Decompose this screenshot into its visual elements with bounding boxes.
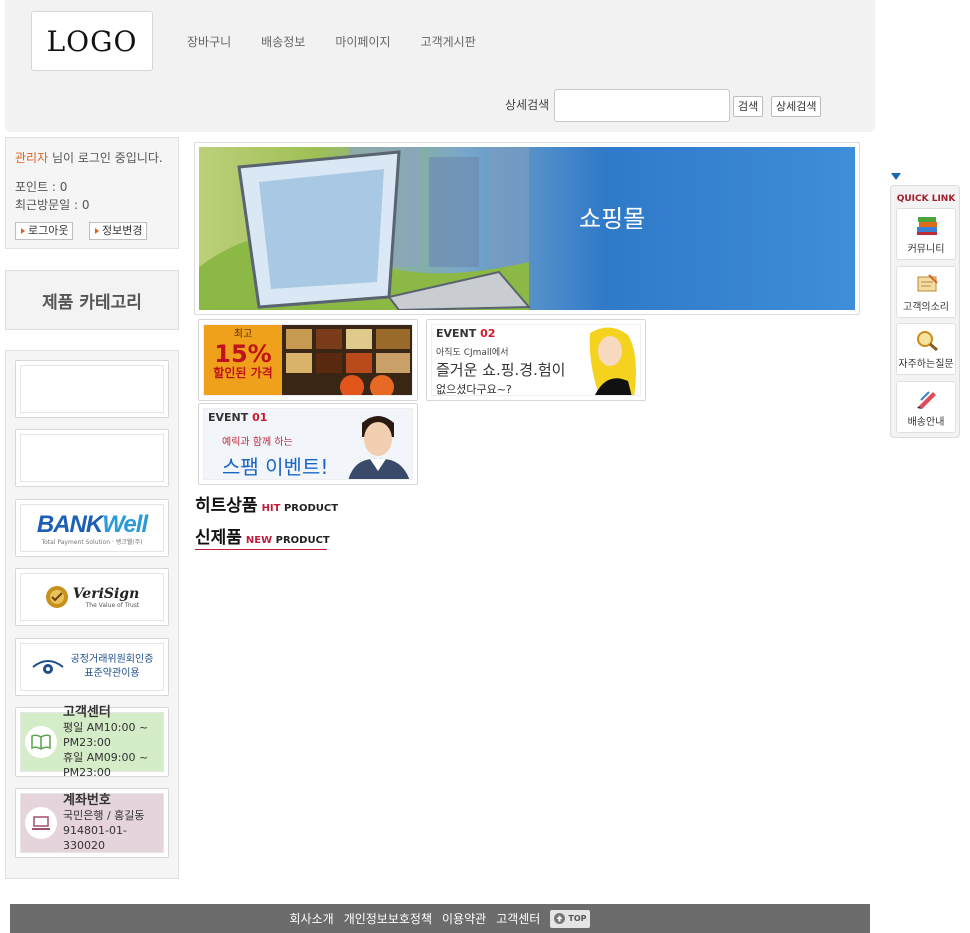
event-01-line-1: 예릭과 함께 하는: [222, 437, 293, 448]
nav-my-page[interactable]: 마이페이지: [335, 33, 390, 50]
category-title: 제품 카테고리: [42, 292, 142, 313]
empty-banner-1[interactable]: [15, 360, 169, 418]
quick-link-arrow-icon: [891, 173, 901, 180]
hit-product-ko: 히트상품: [195, 496, 258, 516]
edit-info-button[interactable]: 정보변경: [89, 222, 148, 240]
back-to-top-button[interactable]: TOP: [550, 909, 591, 928]
nav-shipping-info[interactable]: 배송정보: [261, 33, 305, 50]
search-input[interactable]: [554, 89, 730, 122]
last-visit-text: 최근방문일 : 0: [15, 198, 90, 212]
left-banner-column: BANKWell Total Payment Solution · 뱅크웰(주)…: [5, 350, 179, 879]
event-02-line-3: 없으셨다구요~?: [436, 383, 512, 396]
quick-link-customer-voice-label: 고객의소리: [903, 302, 949, 313]
quick-link-shipping-label: 배송안내: [907, 417, 945, 428]
footer-company-link[interactable]: 회사소개: [290, 910, 334, 927]
search-button[interactable]: 검색: [733, 96, 764, 117]
login-box: 관리자 님이 로그인 중입니다. 포인트 : 0 최근방문일 : 0 로그아웃 …: [5, 137, 179, 249]
top-nav: 장바구니 배송정보 마이페이지 고객게시판: [187, 33, 476, 50]
book-icon: [25, 726, 57, 758]
quick-link-shipping[interactable]: 배송안내: [896, 381, 956, 433]
hit-product-en: PRODUCT: [280, 503, 339, 514]
cs-weekday-hours: 평일 AM10:00 ~ PM23:00: [63, 720, 149, 749]
man-photo-illustration: [348, 416, 410, 479]
new-product-en: PRODUCT: [272, 535, 330, 546]
bankwell-logo: BANKWell: [36, 510, 148, 538]
site-footer: 회사소개 개인정보보호정책 이용약관 고객센터 TOP: [10, 904, 870, 933]
discount-event-banner[interactable]: 최고 15% 할인된 가격: [198, 319, 418, 401]
quick-link-community-label: 커뮤니티: [907, 244, 945, 255]
event-02-line-2: 즐거운 쇼.핑.경.험이: [436, 361, 566, 379]
account-bank: 국민은행 / 홍길동: [63, 809, 145, 822]
customer-center-banner[interactable]: 고객센터 평일 AM10:00 ~ PM23:00 휴일 AM09:00 ~ P…: [15, 704, 169, 779]
new-product-underline: [195, 549, 327, 550]
quick-link-faq-label: 자주하는질문: [898, 359, 954, 370]
event-01-number: 01: [252, 411, 268, 424]
event-02-label: EVENT: [436, 327, 477, 340]
ftc-line-1: 공정거래위원회인증: [70, 654, 154, 665]
event-02-number: 02: [480, 327, 496, 340]
verisign-logo-text: VeriSign: [72, 585, 140, 602]
cs-holiday-hours: 휴일 AM09:00 ~ PM23:00: [63, 750, 149, 779]
new-product-ko: 신제품: [195, 528, 242, 548]
site-logo[interactable]: LOGO: [31, 11, 153, 71]
footer-privacy-link[interactable]: 개인정보보호정책: [344, 910, 432, 927]
product-category-header[interactable]: 제품 카테고리: [5, 270, 179, 330]
footer-terms-link[interactable]: 이용약관: [442, 910, 486, 927]
event-01-line-2: 스팸 이벤트!: [222, 455, 329, 479]
login-username: 관리자: [15, 151, 49, 165]
footer-customer-center-link[interactable]: 고객센터: [496, 910, 540, 927]
new-product-en-accent: NEW: [245, 535, 273, 546]
laptop-grass-illustration: [199, 147, 532, 310]
quick-link-community[interactable]: 커뮤니티: [896, 208, 956, 260]
event-02-banner[interactable]: EVENT 02 아직도 CJmall에서 즐거운 쇼.핑.경.험이 없으셨다구…: [426, 319, 646, 401]
nav-customer-board[interactable]: 고객게시판: [421, 33, 476, 50]
new-product-title: 신제품 NEW PRODUCT: [195, 523, 330, 548]
bankwell-banner[interactable]: BANKWell Total Payment Solution · 뱅크웰(주): [15, 499, 169, 557]
dried-food-boxes-illustration: [282, 325, 412, 395]
account-number: 914801-01-330020: [63, 824, 127, 852]
ftc-banner[interactable]: 공정거래위원회인증 표준약관이용: [15, 638, 169, 696]
verisign-seal-icon: [45, 586, 68, 608]
top-label: TOP: [568, 914, 587, 923]
search-label: 상세검색: [505, 98, 550, 112]
hit-product-title: 히트상품 HIT PRODUCT: [195, 491, 338, 516]
cs-title: 고객센터: [63, 704, 111, 720]
points-text: 포인트 : 0: [15, 180, 68, 194]
quick-link-customer-voice[interactable]: 고객의소리: [896, 266, 956, 318]
eye-icon: [31, 660, 64, 674]
books-icon: [917, 217, 937, 235]
account-title: 계좌번호: [63, 793, 111, 808]
account-number-banner[interactable]: 계좌번호 국민은행 / 홍길동 914801-01-330020: [15, 788, 169, 858]
main-banner[interactable]: 쇼핑몰: [194, 142, 860, 315]
event-01-banner[interactable]: EVENT 01 예릭과 함께 하는 스팸 이벤트!: [198, 403, 418, 485]
notepad-icon: [917, 274, 938, 292]
hit-product-en-accent: HIT: [261, 503, 281, 514]
pencil-icon: [917, 391, 936, 409]
login-status-text: 님이 로그인 중입니다.: [48, 151, 163, 165]
bankwell-subtitle: Total Payment Solution · 뱅크웰(주): [41, 538, 143, 546]
sale-bottom-text: 할인된 가격: [213, 366, 273, 380]
quick-link-title: QUICK LINK: [896, 194, 956, 204]
sale-percent: 15%: [214, 340, 272, 368]
advanced-search-button[interactable]: 상세검색: [771, 96, 822, 117]
main-banner-title: 쇼핑몰: [579, 205, 646, 233]
magnifier-icon: [917, 331, 938, 352]
event-01-label: EVENT: [208, 411, 249, 424]
site-header: LOGO 장바구니 배송정보 마이페이지 고객게시판 상세검색 검색 상세검색: [5, 0, 875, 132]
verisign-banner[interactable]: VeriSign The Value of Trust: [15, 568, 169, 626]
verisign-subtitle: The Value of Trust: [85, 601, 140, 609]
logout-button[interactable]: 로그아웃: [15, 222, 74, 240]
cartoon-woman-illustration: [589, 327, 636, 395]
nav-cart[interactable]: 장바구니: [187, 33, 231, 50]
logo-text: LOGO: [46, 24, 138, 58]
ftc-line-2: 표준약관이용: [84, 668, 140, 679]
quick-link-panel: QUICK LINK 커뮤니티 고객의소리 자주하는질문 배송안내: [890, 185, 960, 438]
arrow-up-icon: [554, 913, 566, 924]
quick-link-faq[interactable]: 자주하는질문: [896, 323, 956, 375]
event-02-line-1: 아직도 CJmall에서: [436, 348, 509, 358]
login-status: 관리자 님이 로그인 중입니다.: [15, 149, 163, 166]
laptop-icon: [25, 807, 57, 839]
empty-banner-2[interactable]: [15, 429, 169, 487]
